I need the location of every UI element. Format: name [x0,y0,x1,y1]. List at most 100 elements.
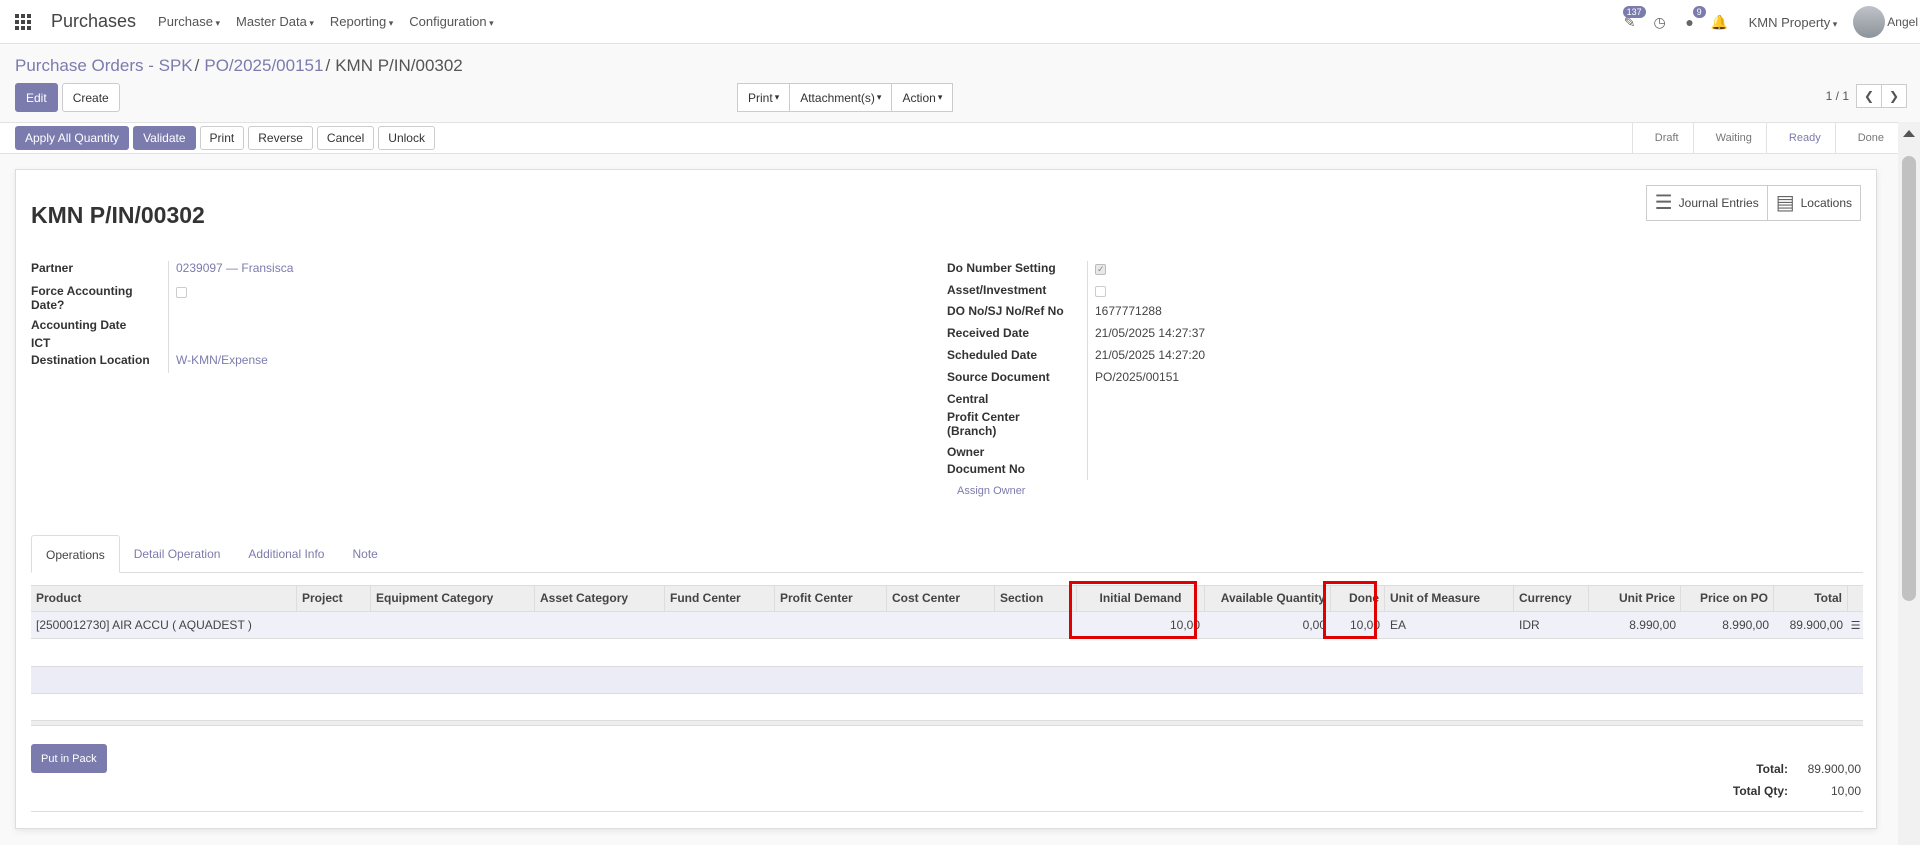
edit-button[interactable]: Edit [15,83,58,112]
col-unit-price[interactable]: Unit Price [1589,586,1681,611]
cell-unit-price[interactable]: 8.990,00 [1589,612,1681,638]
cell-equipment-category[interactable] [371,612,535,638]
cell-section[interactable] [995,612,1077,638]
page-scrollbar[interactable] [1898,122,1920,845]
right-field-group: Do Number Setting Asset/Investment DO No… [947,261,1205,480]
profit-center-line2: (Branch) [947,424,997,438]
col-price-on-po[interactable]: Price on PO [1681,586,1774,611]
assign-owner-link[interactable]: Assign Owner [957,485,1025,497]
attachments-dropdown[interactable]: Attachment(s) [789,83,893,112]
destination-location-label: Destination Location [31,353,150,367]
sheet-divider [31,811,1863,812]
breadcrumb-separator: / [194,56,200,75]
asset-investment-label: Asset/Investment [947,283,1047,297]
list-details-icon[interactable]: ☰ [1851,620,1861,632]
col-unit-of-measure[interactable]: Unit of Measure [1385,586,1514,611]
cell-currency[interactable]: IDR [1514,612,1589,638]
company-switcher[interactable]: KMN Property [1749,15,1838,30]
partner-label: Partner [31,261,74,275]
print-dropdown[interactable]: Print [737,83,791,112]
breadcrumb-po[interactable]: PO/2025/00151 [204,56,323,75]
cell-available-quantity[interactable]: 0,00 [1205,612,1331,638]
locations-button[interactable]: ▤ Locations [1766,186,1860,220]
tab-note[interactable]: Note [338,535,391,573]
cell-profit-center[interactable] [775,612,887,638]
col-product[interactable]: Product [31,586,297,611]
menu-reporting[interactable]: Reporting [330,14,393,29]
pager-value[interactable]: 1 / 1 [1826,89,1849,103]
journal-entries-button[interactable]: ☰ Journal Entries [1646,186,1767,220]
cell-total[interactable]: 89.900,00 [1774,612,1848,638]
stage-ready: Ready [1765,123,1835,153]
cell-project[interactable] [297,612,371,638]
asset-investment-checkbox[interactable] [1095,286,1106,297]
cancel-button[interactable]: Cancel [316,126,375,150]
breadcrumb-purchase-orders[interactable]: Purchase Orders - SPK [15,56,193,75]
scheduled-date-value[interactable]: 21/05/2025 14:27:20 [1095,348,1205,370]
cell-unit-of-measure[interactable]: EA [1385,612,1514,638]
control-buttons: Edit Create [15,83,120,112]
tab-detail-operation[interactable]: Detail Operation [120,535,235,573]
col-asset-category[interactable]: Asset Category [535,586,665,611]
col-profit-center[interactable]: Profit Center [775,586,887,611]
put-in-pack-button[interactable]: Put in Pack [31,744,107,773]
left-field-group: Partner 0239097 — Fransisca Force Accoun… [31,261,293,373]
table-row[interactable]: [2500012730] AIR ACCU ( AQUADEST ) 10,00… [31,612,1863,639]
col-project[interactable]: Project [297,586,371,611]
totals: Total: 89.900,00 Total Qty: 10,00 [1733,758,1861,802]
force-accounting-checkbox[interactable] [176,287,187,298]
col-cost-center[interactable]: Cost Center [887,586,995,611]
col-total[interactable]: Total [1774,586,1848,611]
col-currency[interactable]: Currency [1514,586,1589,611]
col-fund-center[interactable]: Fund Center [665,586,775,611]
col-available-quantity[interactable]: Available Quantity [1205,586,1331,611]
action-dropdown[interactable]: Action [891,83,954,112]
pager: 1 / 1 ❮ ❯ [1826,84,1907,108]
menu-purchase[interactable]: Purchase [158,14,220,29]
row-detail-icon[interactable]: ☰ [1848,612,1863,638]
tab-additional-info[interactable]: Additional Info [234,535,338,573]
bell-icon[interactable]: 🔔 [1710,12,1730,32]
partner-value[interactable]: 0239097 — Fransisca [176,261,293,284]
scroll-up-icon[interactable] [1903,130,1915,137]
source-document-value[interactable]: PO/2025/00151 [1095,370,1179,392]
create-button[interactable]: Create [61,83,120,112]
smart-buttons: ☰ Journal Entries ▤ Locations [1645,185,1861,221]
table-list-icon: ▤ [1775,192,1795,214]
col-section[interactable]: Section [995,586,1077,611]
scroll-thumb[interactable] [1902,156,1916,601]
unlock-button[interactable]: Unlock [378,126,435,150]
cell-asset-category[interactable] [535,612,665,638]
pager-previous-icon[interactable]: ❮ [1856,84,1882,108]
avatar[interactable] [1853,6,1886,38]
print-button[interactable]: Print [199,126,245,150]
received-date-value[interactable]: 21/05/2025 14:27:37 [1095,326,1205,348]
pager-next-icon[interactable]: ❯ [1881,84,1907,108]
tab-operations[interactable]: Operations [31,535,120,573]
cell-price-on-po[interactable]: 8.990,00 [1681,612,1774,638]
destination-location-value[interactable]: W-KMN/Expense [176,353,268,373]
empty-row[interactable] [31,666,1863,694]
cell-product[interactable]: [2500012730] AIR ACCU ( AQUADEST ) [31,612,297,638]
do-number-setting-checkbox[interactable] [1095,262,1106,276]
col-equipment-category[interactable]: Equipment Category [371,586,535,611]
apply-all-quantity-button[interactable]: Apply All Quantity [15,126,130,150]
stage-waiting: Waiting [1692,123,1766,153]
profit-center-line1: Profit Center [947,410,1020,424]
menu-master-data[interactable]: Master Data [236,14,314,29]
cell-fund-center[interactable] [665,612,775,638]
cell-cost-center[interactable] [887,612,995,638]
ict-label: ICT [31,336,51,350]
chat-icon[interactable]: ● 9 [1680,6,1706,32]
clock-icon[interactable]: ◷ [1650,12,1670,32]
menu-configuration[interactable]: Configuration [409,14,493,29]
total-value: 89.900,00 [1807,762,1861,776]
validate-button[interactable]: Validate [133,126,196,150]
user-name[interactable]: Angel [1887,15,1918,29]
edit-activity-icon[interactable]: ✎ 137 [1620,6,1646,32]
field-separator [168,336,169,353]
do-no-value[interactable]: 1677771288 [1095,304,1162,326]
reverse-button[interactable]: Reverse [248,126,313,150]
field-separator [1087,392,1088,410]
apps-grid-icon[interactable] [15,13,31,30]
